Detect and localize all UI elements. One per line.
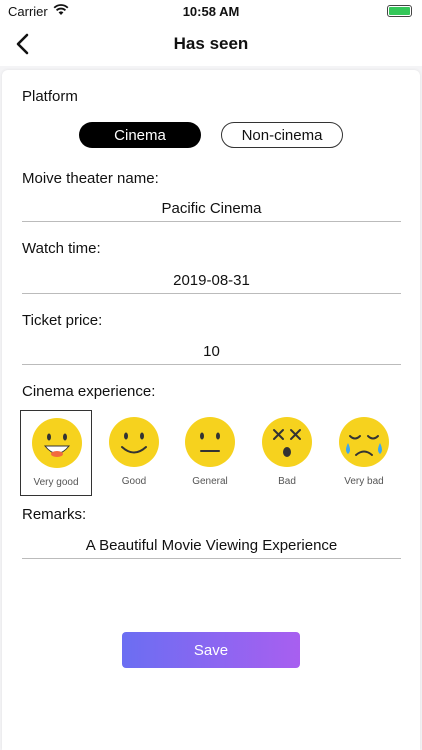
experience-bad[interactable]: Bad	[251, 410, 323, 496]
experience-label-good: Good	[121, 476, 147, 487]
experience-good[interactable]: Good	[98, 410, 170, 496]
experience-very-good[interactable]: Very good	[20, 410, 92, 496]
form-card: Platform Cinema Non-cinema Moive theater…	[2, 70, 420, 750]
status-bar: Carrier 10:58 AM	[0, 0, 422, 22]
watch-time-label: Watch time:	[22, 240, 101, 257]
dizzy-face-icon	[262, 417, 312, 467]
ticket-price-label: Ticket price:	[22, 312, 103, 329]
page-title: Has seen	[173, 34, 249, 53]
remarks-field[interactable]: A Beautiful Movie Viewing Experience	[22, 535, 401, 559]
smiling-face-icon	[109, 417, 159, 467]
cinema-experience-label: Cinema experience:	[22, 383, 156, 400]
laughing-face-icon	[32, 418, 82, 468]
platform-option-cinema[interactable]: Cinema	[79, 122, 201, 148]
experience-label-bad: Bad	[278, 476, 296, 487]
experience-label-very-good: Very good	[33, 477, 79, 488]
battery-icon	[387, 5, 412, 17]
platform-option-non-cinema[interactable]: Non-cinema	[221, 122, 343, 148]
experience-general[interactable]: General	[174, 410, 246, 496]
theater-name-label: Moive theater name:	[22, 170, 159, 187]
remarks-label: Remarks:	[22, 506, 87, 523]
platform-label: Platform	[22, 88, 78, 105]
experience-very-bad[interactable]: Very bad	[328, 410, 400, 496]
save-button[interactable]: Save	[122, 632, 300, 668]
watch-time-field[interactable]: 2019-08-31	[22, 270, 401, 294]
theater-name-field[interactable]: Pacific Cinema	[22, 198, 401, 222]
ticket-price-field[interactable]: 10	[22, 341, 401, 365]
experience-selector: Very good Good General Bad Very bad	[20, 410, 402, 498]
crying-face-icon	[339, 417, 389, 467]
status-time: 10:58 AM	[182, 4, 240, 19]
experience-label-very-bad: Very bad	[344, 476, 384, 487]
navigation-bar: Has seen	[0, 22, 422, 66]
experience-label-general: General	[192, 476, 228, 487]
neutral-face-icon	[185, 417, 235, 467]
